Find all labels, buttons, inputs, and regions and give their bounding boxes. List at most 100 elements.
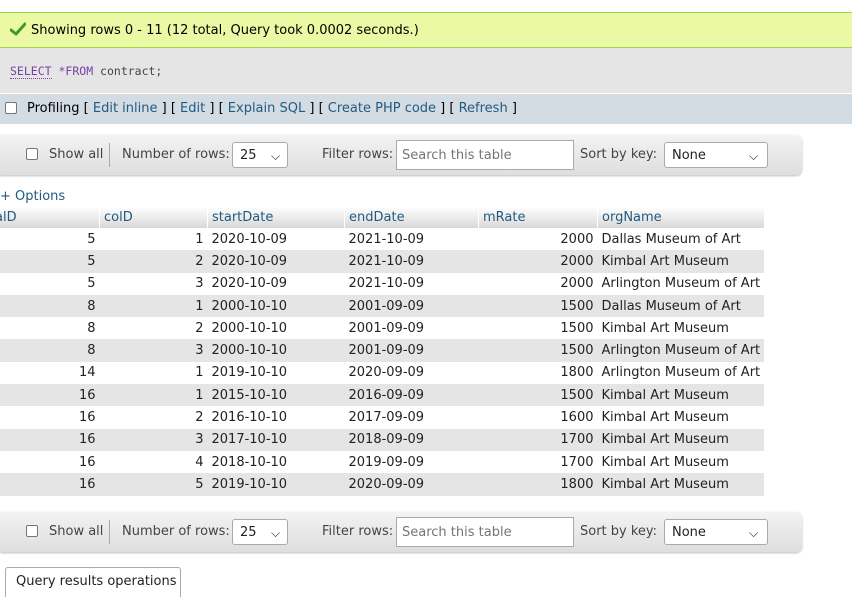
cell-orgname[interactable]: Kimbal Art Museum <box>597 406 765 429</box>
cell-enddate[interactable]: 2019-09-09 <box>344 450 479 474</box>
cell-enddate[interactable]: 2021-10-09 <box>344 228 479 251</box>
cell-mrate[interactable]: 1500 <box>478 339 598 362</box>
cell-aid[interactable]: 16 <box>0 406 100 429</box>
sort-by-key-select[interactable]: None ⌵ <box>664 519 768 545</box>
cell-orgname[interactable]: Arlington Museum of Art <box>597 361 765 385</box>
cell-coid[interactable]: 5 <box>99 473 208 496</box>
cell-aid[interactable]: 16 <box>0 428 100 451</box>
cell-startdate[interactable]: 2000-10-10 <box>207 294 345 318</box>
cell-enddate[interactable]: 2016-09-09 <box>344 384 479 407</box>
cell-coid[interactable]: 1 <box>99 361 208 385</box>
cell-aid[interactable]: 8 <box>0 294 100 318</box>
table-row[interactable]: 8 1 2000-10-10 2001-09-09 1500 Dallas Museum … <box>0 294 765 318</box>
create-php-code-link[interactable]: Create PHP code <box>328 101 436 116</box>
cell-mrate[interactable]: 1500 <box>478 294 598 318</box>
cell-coid[interactable]: 3 <box>99 339 208 362</box>
cell-startdate[interactable]: 2019-10-10 <box>207 361 345 385</box>
cell-coid[interactable]: 2 <box>99 317 208 340</box>
cell-enddate[interactable]: 2020-09-09 <box>344 361 479 385</box>
cell-orgname[interactable]: Arlington Museum of Art <box>597 339 765 362</box>
cell-orgname[interactable]: Kimbal Art Museum <box>597 384 765 407</box>
table-row[interactable]: 16 1 2015-10-10 2016-09-09 1500 Kimbal Art Mu… <box>0 384 765 407</box>
cell-orgname[interactable]: Arlington Museum of Art <box>597 272 765 295</box>
sort-by-key-select[interactable]: None ⌵ <box>664 142 768 168</box>
cell-mrate[interactable]: 1800 <box>478 473 598 496</box>
cell-aid[interactable]: 5 <box>0 272 100 295</box>
cell-mrate[interactable]: 2000 <box>478 272 598 295</box>
cell-coid[interactable]: 1 <box>99 294 208 318</box>
cell-orgname[interactable]: Kimbal Art Museum <box>597 428 765 451</box>
cell-aid[interactable]: 14 <box>0 361 100 385</box>
cell-coid[interactable]: 2 <box>99 250 208 273</box>
column-header-mrate[interactable]: mRate <box>478 207 598 228</box>
table-row[interactable]: 5 3 2020-10-09 2021-10-09 2000 Arlington Muse… <box>0 272 765 295</box>
sql-code[interactable]: SELECT *FROM contract; <box>10 64 162 79</box>
table-row[interactable]: 16 3 2017-10-10 2018-09-09 1700 Kimbal Art Mu… <box>0 428 765 451</box>
cell-enddate[interactable]: 2001-09-09 <box>344 339 479 362</box>
cell-mrate[interactable]: 2000 <box>478 250 598 273</box>
cell-orgname[interactable]: Dallas Museum of Art <box>597 228 765 251</box>
table-row[interactable]: 14 1 2019-10-10 2020-09-09 1800 Arlington Mus… <box>0 361 765 385</box>
cell-aid[interactable]: 16 <box>0 384 100 407</box>
cell-aid[interactable]: 16 <box>0 473 100 496</box>
cell-enddate[interactable]: 2021-10-09 <box>344 250 479 273</box>
edit-inline-link[interactable]: Edit inline <box>93 101 158 116</box>
edit-link[interactable]: Edit <box>180 101 205 116</box>
cell-mrate[interactable]: 1800 <box>478 361 598 385</box>
column-header-coid[interactable]: colD <box>99 207 208 228</box>
cell-orgname[interactable]: Kimbal Art Museum <box>597 317 765 340</box>
cell-startdate[interactable]: 2000-10-10 <box>207 317 345 340</box>
cell-aid[interactable]: 5 <box>0 228 100 251</box>
cell-coid[interactable]: 3 <box>99 428 208 451</box>
table-row[interactable]: 5 1 2020-10-09 2021-10-09 2000 Dallas Museum … <box>0 228 765 251</box>
cell-enddate[interactable]: 2020-09-09 <box>344 473 479 496</box>
cell-enddate[interactable]: 2021-10-09 <box>344 272 479 295</box>
cell-aid[interactable]: 8 <box>0 339 100 362</box>
cell-aid[interactable]: 8 <box>0 317 100 340</box>
cell-coid[interactable]: 3 <box>99 272 208 295</box>
cell-startdate[interactable]: 2019-10-10 <box>207 473 345 496</box>
cell-orgname[interactable]: Dallas Museum of Art <box>597 294 765 318</box>
cell-startdate[interactable]: 2020-10-09 <box>207 250 345 273</box>
table-row[interactable]: 16 4 2018-10-10 2019-09-09 1700 Kimbal Art Mu… <box>0 450 765 474</box>
cell-startdate[interactable]: 2016-10-10 <box>207 406 345 429</box>
table-row[interactable]: 16 2 2016-10-10 2017-09-09 1600 Kimbal Art Mu… <box>0 406 765 429</box>
filter-rows-input[interactable] <box>396 517 574 547</box>
profiling-checkbox[interactable] <box>5 102 17 114</box>
cell-coid[interactable]: 2 <box>99 406 208 429</box>
cell-startdate[interactable]: 2020-10-09 <box>207 228 345 251</box>
number-of-rows-select[interactable]: 25 ⌵ <box>232 519 288 545</box>
number-of-rows-select[interactable]: 25 ⌵ <box>232 142 288 168</box>
cell-aid[interactable]: 5 <box>0 250 100 273</box>
cell-startdate[interactable]: 2017-10-10 <box>207 428 345 451</box>
table-row[interactable]: 16 5 2019-10-10 2020-09-09 1800 Kimbal Art Mu… <box>0 473 765 496</box>
table-row[interactable]: 5 2 2020-10-09 2021-10-09 2000 Kimbal Art Mus… <box>0 250 765 273</box>
table-row[interactable]: 8 3 2000-10-10 2001-09-09 1500 Arlington Muse… <box>0 339 765 362</box>
cell-orgname[interactable]: Kimbal Art Museum <box>597 250 765 273</box>
cell-mrate[interactable]: 1500 <box>478 317 598 340</box>
column-header-aid[interactable]: alD <box>0 207 100 228</box>
explain-sql-link[interactable]: Explain SQL <box>228 101 305 116</box>
refresh-link[interactable]: Refresh <box>459 101 508 116</box>
cell-startdate[interactable]: 2015-10-10 <box>207 384 345 407</box>
show-all-checkbox[interactable] <box>26 525 38 537</box>
options-link[interactable]: + Options <box>0 189 65 204</box>
cell-enddate[interactable]: 2001-09-09 <box>344 294 479 318</box>
cell-mrate[interactable]: 1700 <box>478 428 598 451</box>
cell-mrate[interactable]: 1600 <box>478 406 598 429</box>
column-header-startdate[interactable]: startDate <box>207 207 345 228</box>
cell-enddate[interactable]: 2001-09-09 <box>344 317 479 340</box>
cell-aid[interactable]: 16 <box>0 450 100 474</box>
cell-startdate[interactable]: 2020-10-09 <box>207 272 345 295</box>
cell-coid[interactable]: 4 <box>99 450 208 474</box>
cell-mrate[interactable]: 2000 <box>478 228 598 251</box>
cell-enddate[interactable]: 2017-09-09 <box>344 406 479 429</box>
cell-orgname[interactable]: Kimbal Art Museum <box>597 473 765 496</box>
column-header-orgname[interactable]: orgName <box>597 207 765 228</box>
cell-coid[interactable]: 1 <box>99 384 208 407</box>
cell-coid[interactable]: 1 <box>99 228 208 251</box>
table-row[interactable]: 8 2 2000-10-10 2001-09-09 1500 Kimbal Art Mus… <box>0 317 765 340</box>
column-header-enddate[interactable]: endDate <box>344 207 479 228</box>
cell-mrate[interactable]: 1500 <box>478 384 598 407</box>
cell-enddate[interactable]: 2018-09-09 <box>344 428 479 451</box>
